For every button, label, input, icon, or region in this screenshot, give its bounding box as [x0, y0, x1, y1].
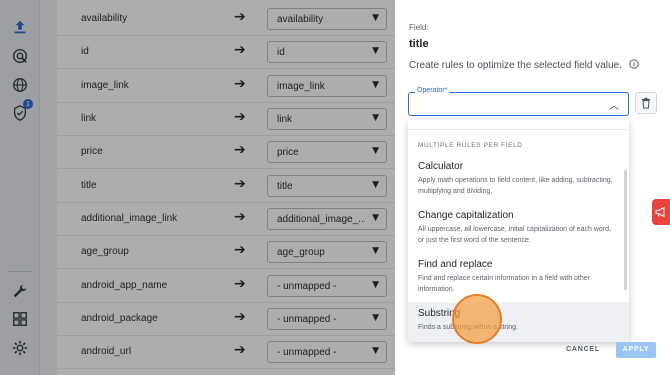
- drawer-description: Create rules to optimize the selected fi…: [409, 59, 639, 71]
- option-description: Finds a substring within a string.: [418, 324, 518, 331]
- apply-button[interactable]: APPLY: [616, 342, 656, 358]
- option-description: Apply math operations to field content, …: [418, 177, 613, 195]
- trash-icon: [642, 97, 650, 109]
- field-label: Field:: [409, 23, 429, 32]
- option-find-and-replace[interactable]: Find and replace Find and replace certai…: [408, 259, 629, 295]
- dropdown-scrollbar[interactable]: [624, 170, 627, 290]
- modal-backdrop[interactable]: [0, 0, 395, 375]
- rule-drawer: Field: title Create rules to optimize th…: [395, 0, 670, 375]
- chevron-up-icon: ︿: [609, 101, 619, 112]
- option-change-capitalization[interactable]: Change capitalization All uppercase, all…: [408, 210, 629, 246]
- cancel-button[interactable]: CANCEL: [566, 346, 600, 353]
- option-title: Substring: [418, 308, 461, 319]
- option-title: Change capitalization: [418, 210, 514, 221]
- operator-label: Operator*: [415, 87, 450, 94]
- delete-rule-button[interactable]: [635, 92, 657, 114]
- description-text: Create rules to optimize the selected fi…: [409, 60, 622, 71]
- field-value: title: [409, 38, 429, 50]
- option-calculator[interactable]: Calculator Apply math operations to fiel…: [408, 161, 629, 197]
- option-title: Find and replace: [418, 259, 493, 270]
- option-substring[interactable]: Substring Finds a substring within a str…: [408, 302, 629, 342]
- click-indicator: [452, 294, 502, 344]
- operator-dropdown: MULTIPLE RULES PER FIELD Calculator Appl…: [408, 120, 629, 342]
- option-description: Find and replace certain information in …: [418, 275, 590, 293]
- feedback-button[interactable]: [652, 199, 670, 225]
- megaphone-icon: [655, 206, 665, 218]
- info-icon[interactable]: [629, 59, 639, 69]
- dropdown-group-heading: MULTIPLE RULES PER FIELD: [418, 142, 523, 149]
- dropdown-top-divider: [408, 120, 629, 130]
- operator-select[interactable]: Operator* ︿: [408, 87, 629, 116]
- option-description: All uppercase, all lowercase, initial ca…: [418, 226, 611, 244]
- option-title: Calculator: [418, 161, 464, 172]
